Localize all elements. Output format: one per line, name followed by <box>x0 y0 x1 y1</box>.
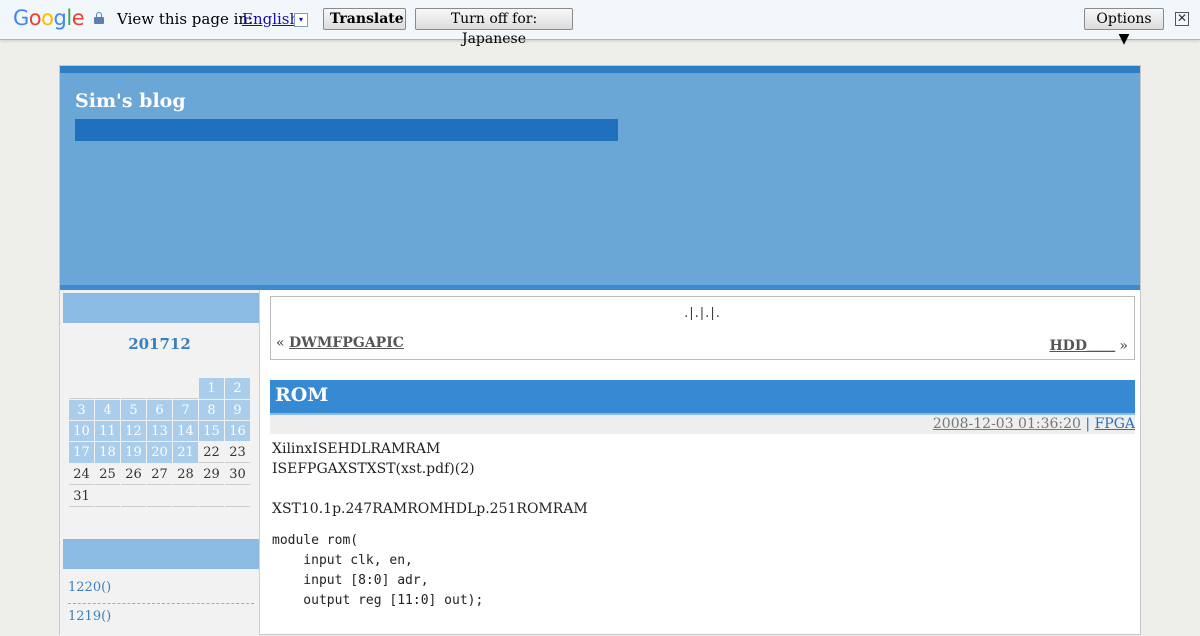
calendar-empty <box>69 378 94 399</box>
google-logo: Google <box>13 6 85 30</box>
site-title[interactable]: Sim's blog <box>75 90 186 112</box>
calendar-day: 9 <box>225 400 250 420</box>
calendar-week: 3456789 <box>69 400 250 420</box>
language-dropdown-icon[interactable]: ▾ <box>294 13 308 27</box>
calendar-week: 17 18 19 20 21 22 23 <box>69 442 250 463</box>
calendar-day: 6 <box>147 400 172 420</box>
calendar-title: 201712 <box>128 335 191 353</box>
entry-meta: 2008-12-03 01:36:20 | FPGA <box>270 415 1135 434</box>
entry-paragraph: ISEFPGAXSTXST(xst.pdf)(2) <box>272 461 475 477</box>
calendar-empty <box>147 486 172 507</box>
calendar-week: 12 <box>69 378 250 399</box>
calendar-day: 26 <box>121 464 146 485</box>
calendar-day: 20 <box>147 442 172 463</box>
entry-paragraph: XST10.1p.247RAMROMHDLp.251ROMRAM <box>272 501 588 517</box>
calendar-empty <box>173 378 198 399</box>
calendar-week: 24 25 26 27 28 29 30 <box>69 464 250 485</box>
calendar-day: 8 <box>199 400 224 420</box>
calendar-empty <box>121 486 146 507</box>
calendar-empty <box>199 486 224 507</box>
calendar-empty <box>173 486 198 507</box>
calendar-day: 4 <box>95 400 120 420</box>
next-entry: HDD＿＿ » <box>1049 338 1128 354</box>
calendar-day: 12 <box>121 421 146 441</box>
entry-date-link[interactable]: 2008-12-03 01:36:20 <box>933 416 1081 432</box>
close-icon[interactable]: ✕ <box>1175 12 1189 26</box>
entry-paragraph: XilinxISEHDLRAMRAM <box>272 441 441 457</box>
calendar-empty <box>95 378 120 399</box>
calendar-week: 31 <box>69 486 250 507</box>
translate-bar: Google View this page in: English ▾ Tran… <box>0 0 1200 47</box>
calendar-day: 29 <box>199 464 224 485</box>
calendar-empty <box>95 486 120 507</box>
prev-entry: « DWMFPGAPIC <box>276 335 404 351</box>
calendar-day: 31 <box>69 486 94 507</box>
calendar-day: 22 <box>199 442 224 463</box>
archive-item[interactable]: 1220() <box>68 580 111 595</box>
options-button[interactable]: Options ▼ <box>1084 8 1164 47</box>
calendar-week: 10 11 12 13 14 15 16 <box>69 421 250 441</box>
calendar-day: 16 <box>225 421 250 441</box>
calendar-day: 13 <box>147 421 172 441</box>
calendar-day: 3 <box>69 400 94 420</box>
translate-button[interactable]: Translate <box>323 8 406 30</box>
entry-body: XilinxISEHDLRAMRAM ISEFPGAXSTXST(xst.pdf… <box>272 439 1132 519</box>
calendar-day: 15 <box>199 421 224 441</box>
calendar-day: 1 <box>199 378 224 399</box>
calendar-day: 19 <box>121 442 146 463</box>
calendar-day: 11 <box>95 421 120 441</box>
calendar-day: 24 <box>69 464 94 485</box>
blog-header: Sim's blog <box>60 66 1140 290</box>
entry-navigation: .|.|.|. « DWMFPGAPIC HDD＿＿ » <box>270 296 1135 360</box>
calendar-day: 25 <box>95 464 120 485</box>
calendar-empty <box>147 378 172 399</box>
calendar-day: 2 <box>225 378 250 399</box>
nav-dots: .|.|.|. <box>684 306 721 321</box>
calendar-day: 21 <box>173 442 198 463</box>
entry-title: ROM <box>270 380 1135 417</box>
calendar-day: 18 <box>95 442 120 463</box>
next-entry-link[interactable]: HDD＿＿ <box>1049 338 1115 354</box>
calendar-table: 1 2 3 4 5 6 7 8 9 10 11 12 13 14 15 16 17 18 19 20 21 22 23 24 2… <box>68 377 251 508</box>
language-link[interactable]: English <box>242 10 299 28</box>
entry-category-link[interactable]: FPGA <box>1095 416 1135 432</box>
calendar-day: 30 <box>225 464 250 485</box>
archive-item[interactable]: 1219() <box>68 609 111 624</box>
calendar-day: 14 <box>173 421 198 441</box>
prev-entry-link[interactable]: DWMFPGAPIC <box>289 335 404 351</box>
code-block: module rom( input clk, en, input [8:0] a… <box>272 533 484 608</box>
sidebar: 201712 1 2 3 4 5 6 7 8 9 10 11 12 13 14 15 16 17 18 19 20 21… <box>60 290 260 636</box>
calendar-day: 17 <box>69 442 94 463</box>
calendar-empty <box>225 486 250 507</box>
turn-off-button[interactable]: Turn off for: Japanese <box>415 8 573 47</box>
calendar-day: 7 <box>173 400 198 420</box>
calendar-day: 10 <box>69 421 94 441</box>
calendar-day: 23 <box>225 442 250 463</box>
calendar-day: 5 <box>121 400 146 420</box>
blog-container: Sim's blog 201712 1 2 3 4 5 6 7 8 9 10 11 12 13 14 15 1… <box>59 65 1141 636</box>
sidebar-archive-header <box>63 539 259 569</box>
site-description-bar <box>75 119 618 141</box>
sidebar-calendar-header <box>63 293 259 323</box>
view-page-label: View this page in: <box>117 10 254 28</box>
lock-icon <box>94 12 104 24</box>
calendar-day: 28 <box>173 464 198 485</box>
calendar-day: 27 <box>147 464 172 485</box>
calendar-empty <box>121 378 146 399</box>
